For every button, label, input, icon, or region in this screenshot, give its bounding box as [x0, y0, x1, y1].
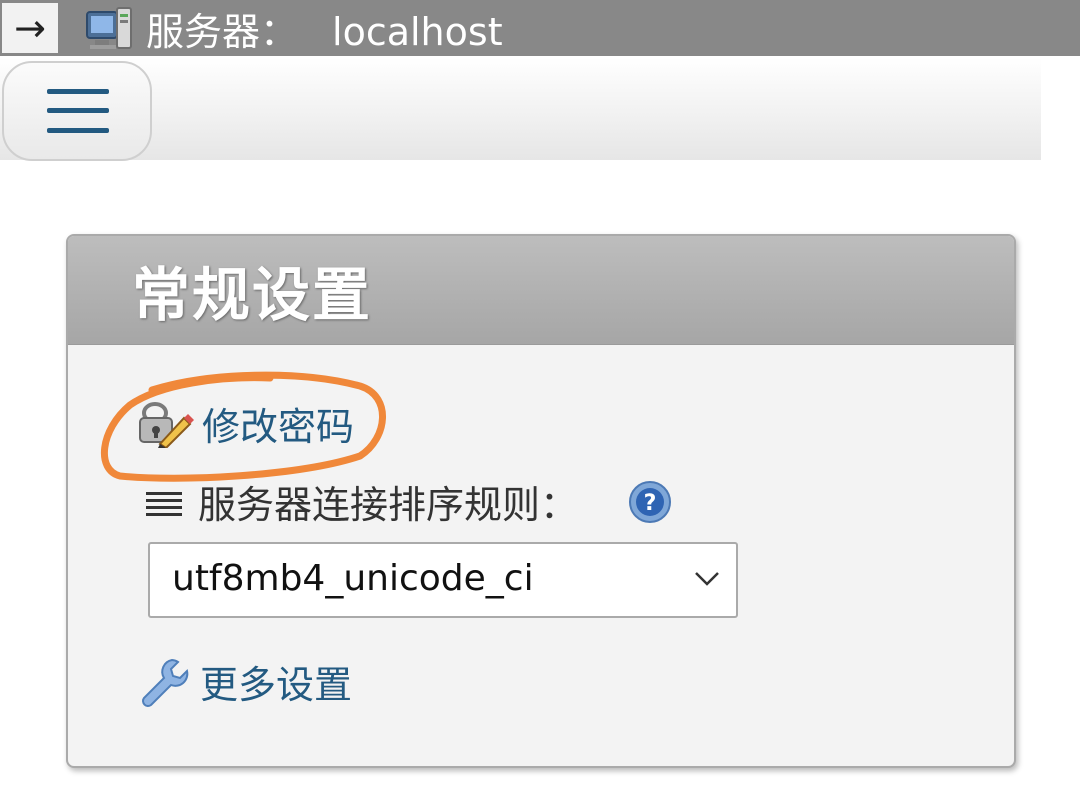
collation-select[interactable]: utf8mb4_unicode_ci	[148, 542, 738, 618]
server-name-link[interactable]: localhost	[332, 10, 503, 54]
more-settings-row[interactable]: 更多设置	[138, 654, 352, 709]
panel-title: 常规设置	[132, 261, 373, 329]
help-icon[interactable]: ?	[628, 480, 672, 524]
change-password-row[interactable]: 修改密码	[138, 396, 354, 451]
svg-text:?: ?	[644, 491, 657, 516]
server-prefix: 服务器：	[146, 9, 299, 54]
wrench-icon	[138, 656, 190, 708]
chevron-down-icon	[692, 564, 722, 598]
arrow-right-icon[interactable]: →	[2, 3, 58, 53]
panel-header: 常规设置	[68, 236, 1014, 345]
collation-row: 服务器连接排序规则： ?	[144, 474, 672, 529]
server-icon	[86, 6, 132, 50]
collation-label: 服务器连接排序规则：	[198, 483, 579, 527]
list-icon	[144, 482, 184, 522]
general-settings-panel: 常规设置 修改密码 服务器连接排序规则： ? utf8mb4_unicode_c…	[66, 234, 1016, 768]
navigation-strip	[0, 58, 1041, 161]
server-label: 服务器： localhost	[146, 1, 503, 56]
collation-select-value: utf8mb4_unicode_ci	[172, 558, 534, 599]
change-password-link[interactable]: 修改密码	[202, 396, 354, 451]
password-lock-icon	[138, 400, 194, 449]
server-breadcrumb-bar: → 服务器： localhost	[0, 0, 1080, 56]
more-settings-link[interactable]: 更多设置	[200, 654, 352, 709]
hamburger-menu-icon[interactable]	[2, 61, 152, 161]
